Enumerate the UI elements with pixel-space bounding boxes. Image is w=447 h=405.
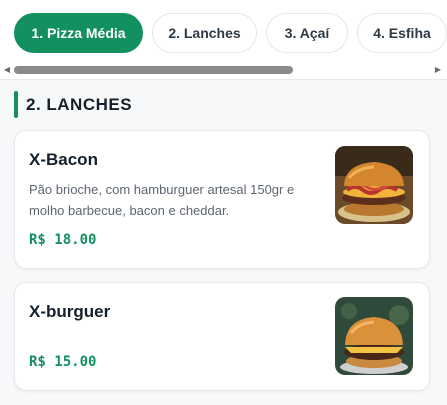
burger-bacon-photo-icon — [335, 146, 413, 224]
burger-photo-icon — [335, 297, 413, 375]
section-header: 2. LANCHES — [14, 91, 132, 118]
section-accent-bar — [14, 91, 18, 118]
item-price: R$ 18.00 — [29, 232, 97, 248]
tab-acai[interactable]: 3. Açaí — [266, 13, 348, 53]
scroll-right-icon[interactable]: ▶ — [433, 65, 443, 75]
tab-pizza-media[interactable]: 1. Pizza Média — [14, 13, 143, 53]
category-tabs: 1. Pizza Média 2. Lanches 3. Açaí 4. Esf… — [14, 13, 447, 53]
item-description: Pão brioche, com hamburguer artesal 150g… — [29, 182, 295, 218]
section-title: 2. LANCHES — [26, 94, 133, 114]
menu-item-card[interactable]: X-Bacon Pão brioche, com hamburguer arte… — [14, 130, 430, 269]
category-tabs-bar: 1. Pizza Média 2. Lanches 3. Açaí 4. Esf… — [0, 0, 447, 80]
tab-lanches[interactable]: 2. Lanches — [152, 13, 257, 53]
scroll-left-icon[interactable]: ◀ — [2, 65, 12, 75]
scrollbar-thumb[interactable] — [14, 66, 293, 74]
tabs-scrollbar[interactable]: ◀ ▶ — [0, 63, 447, 77]
item-price: R$ 15.00 — [29, 354, 97, 370]
menu-item-card[interactable]: X-burguer R$ 15.00 — [14, 282, 430, 391]
tab-esfiha[interactable]: 4. Esfiha — [357, 13, 447, 53]
item-name: X-burguer — [29, 302, 111, 321]
item-name: X-Bacon — [29, 150, 98, 169]
